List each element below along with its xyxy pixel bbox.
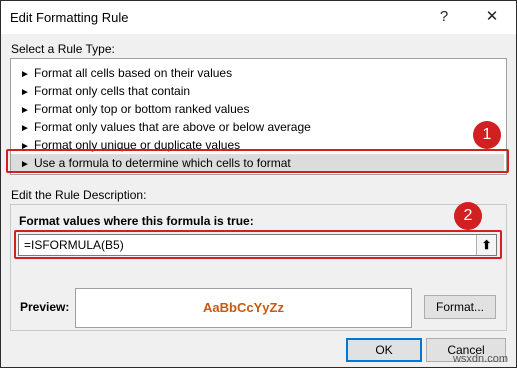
formula-label: Format values where this formula is true… (19, 214, 254, 228)
rule-type-label: Select a Rule Type: (11, 42, 115, 56)
highlight-box-1 (6, 149, 509, 173)
rule-type-item[interactable]: ► Format only values that are above or be… (11, 118, 504, 136)
rule-type-item[interactable]: ► Format all cells based on their values (11, 64, 504, 82)
preview-box: AaBbCcYyZz (75, 288, 412, 328)
rule-type-item-label: Format all cells based on their values (34, 66, 233, 80)
rule-type-item[interactable]: ► Format only cells that contain (11, 82, 504, 100)
rule-type-item-label: Format only top or bottom ranked values (34, 102, 250, 116)
watermark: wsxdn.com (452, 353, 508, 365)
close-icon[interactable]: ✕ (479, 6, 505, 28)
rule-type-item[interactable]: ► Format only top or bottom ranked values (11, 100, 504, 118)
preview-label: Preview: (20, 300, 70, 314)
format-button[interactable]: Format... (424, 295, 496, 319)
help-button[interactable]: ? (431, 6, 457, 28)
step-badge-1: 1 (473, 121, 501, 149)
rule-type-item-label: Format only cells that contain (34, 84, 191, 98)
edit-formatting-rule-dialog: Edit Formatting Rule ? ✕ Select a Rule T… (0, 0, 517, 368)
ok-button[interactable]: OK (346, 338, 422, 362)
rule-description-label: Edit the Rule Description: (11, 188, 147, 202)
step-badge-2: 2 (454, 202, 482, 230)
rule-type-item-label: Format only values that are above or bel… (34, 120, 311, 134)
dialog-title: Edit Formatting Rule (10, 10, 129, 25)
title-bar: Edit Formatting Rule ? ✕ (1, 1, 516, 34)
preview-sample-text: AaBbCcYyZz (203, 300, 284, 315)
highlight-box-2 (14, 230, 502, 259)
